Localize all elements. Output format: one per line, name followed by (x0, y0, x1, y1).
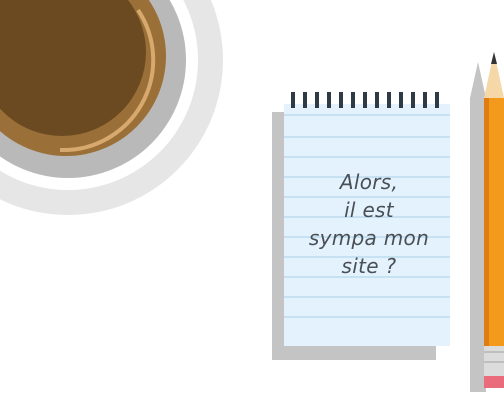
note-line-4: site ? (341, 254, 397, 278)
coffee-cup-icon (0, 0, 223, 215)
note-line-1: Alors, (339, 170, 399, 194)
pencil-eraser (484, 376, 504, 388)
pencil-body-shade (484, 98, 489, 346)
note-text: Alors, il est sympa mon site ? (288, 168, 450, 280)
pencil-ferrule (484, 346, 504, 376)
note-line-2: il est (344, 198, 394, 222)
desk-scene: Alors, il est sympa mon site ? (0, 0, 504, 402)
pencil-shadow (470, 62, 486, 392)
pencil-icon (470, 52, 504, 392)
note-line-3: sympa mon (308, 226, 430, 250)
pencil-lead (491, 52, 497, 64)
